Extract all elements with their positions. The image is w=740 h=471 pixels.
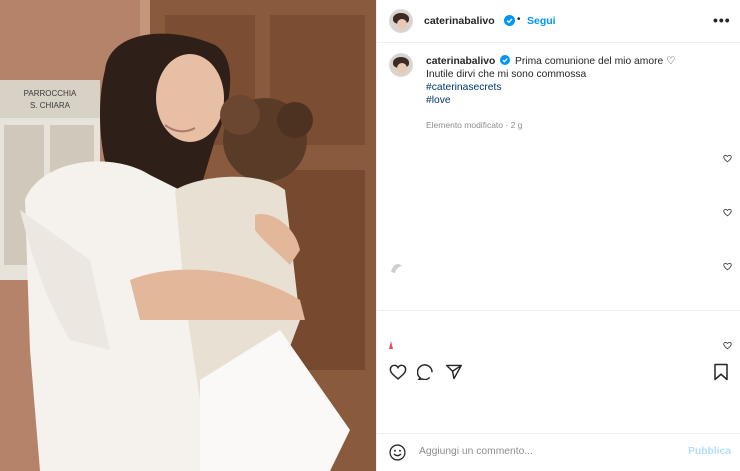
comment-form: Aggiungi un commento... Pubblica [377, 433, 740, 471]
caption-line-2: Inutile dirvi che mi sono commossa [426, 69, 587, 80]
post-meta: Elemento modificato · 2 g [426, 120, 523, 130]
hashtag-caterinasecrets[interactable]: #caterinasecrets [426, 81, 726, 94]
follow-button[interactable]: Segui [527, 15, 556, 27]
comment-like-heart-icon[interactable] [723, 208, 732, 217]
post-caption: caterinabalivo Prima comunione del mio a… [426, 55, 726, 107]
more-options-icon[interactable]: ••• [713, 12, 731, 28]
username-link[interactable]: caterinabalivo [424, 15, 495, 27]
share-icon[interactable] [445, 364, 463, 380]
woman-face [156, 54, 224, 142]
caption-line-1: Prima comunione del mio amore ♡ [515, 56, 676, 67]
header-separator: • [517, 14, 521, 25]
post-dialog: PARROCCHIA S. CHIARA caterinabalivo • Se… [0, 0, 740, 471]
avatar[interactable] [389, 9, 413, 33]
post-photo[interactable]: PARROCCHIA S. CHIARA [0, 0, 376, 471]
publish-button[interactable]: Pubblica [688, 446, 731, 457]
post-header: caterinabalivo • Segui ••• [377, 0, 740, 43]
caption-username[interactable]: caterinabalivo [426, 56, 495, 67]
heart-icon[interactable] [389, 364, 407, 380]
comment-like-heart-icon[interactable] [723, 341, 732, 350]
comments-area: caterinabalivo Prima comunione del mio a… [377, 43, 740, 310]
post-actions [377, 310, 740, 414]
comment-input[interactable]: Aggiungi un commento... [419, 446, 533, 457]
comment-icon[interactable] [417, 364, 435, 380]
loading-avatar-icon [391, 264, 402, 273]
sign-line-2: S. CHIARA [30, 101, 71, 110]
comment-like-heart-icon[interactable] [723, 262, 732, 271]
comment-like-heart-icon[interactable] [723, 154, 732, 163]
loading-avatar-icon [389, 341, 393, 349]
caption-avatar[interactable] [389, 53, 413, 77]
emoji-icon[interactable] [389, 444, 406, 461]
post-sidebar: caterinabalivo • Segui ••• caterinabaliv… [376, 0, 740, 471]
photo-illustration: PARROCCHIA S. CHIARA [0, 0, 376, 471]
verified-badge-icon [500, 55, 511, 65]
sign-line-1: PARROCCHIA [24, 89, 77, 98]
hashtag-love[interactable]: #love [426, 94, 726, 107]
bookmark-icon[interactable] [713, 363, 729, 381]
verified-badge-icon [504, 15, 515, 26]
